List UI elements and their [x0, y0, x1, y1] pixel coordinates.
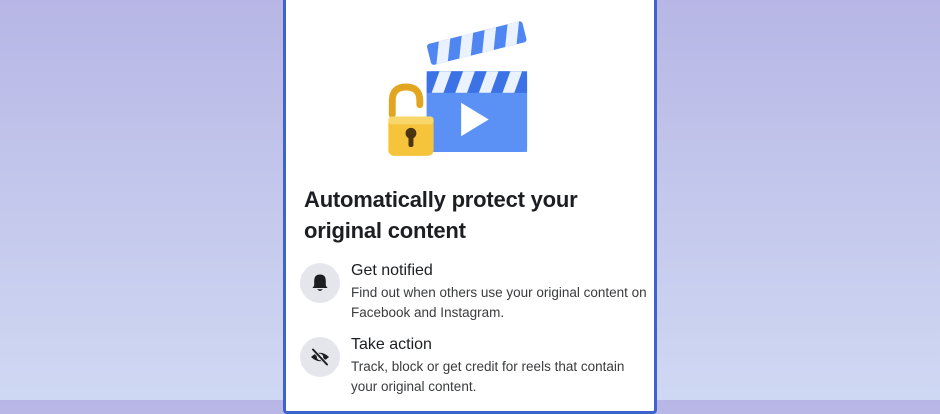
page-title: Automatically protect your original cont… [304, 187, 578, 243]
feature-description: Track, block or get credit for reels tha… [351, 359, 625, 394]
phone-screen: Automatically protect your original cont… [283, 0, 657, 414]
feature-get-notified: Get notified Find out when others use yo… [300, 262, 647, 323]
feature-take-action: Take action Track, block or get credit f… [300, 336, 645, 397]
eye-slash-icon [300, 337, 340, 377]
feature-title: Take action [351, 336, 432, 353]
clapperboard-lock-illustration [388, 21, 528, 156]
bell-icon [300, 263, 340, 303]
feature-title: Get notified [351, 262, 433, 279]
feature-description: Find out when others use your original c… [351, 285, 647, 320]
clapperboard-icon [426, 21, 528, 152]
